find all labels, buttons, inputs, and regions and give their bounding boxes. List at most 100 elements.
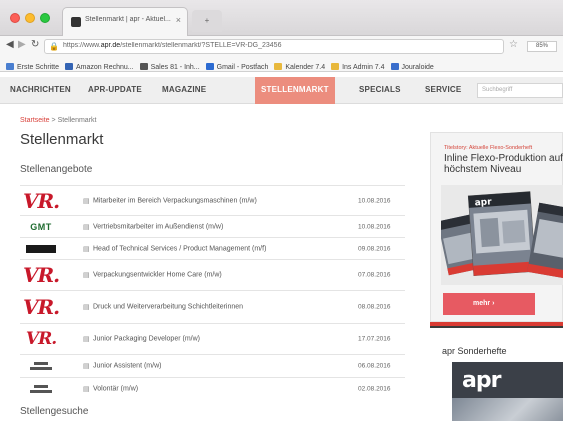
- company-logo: [23, 244, 59, 253]
- address-bar[interactable]: 🔒 https://www.apr.de/stellenmarkt/stelle…: [44, 39, 504, 54]
- job-date: 10.08.2016: [358, 223, 391, 230]
- job-row[interactable]: ▤ Junior Assistent (m/w) 06.08.2016: [20, 354, 405, 377]
- job-date: 08.08.2016: [358, 303, 391, 311]
- job-title-link[interactable]: Vertriebsmitarbeiter im Außendienst (m/w…: [93, 223, 223, 230]
- bookmark-folder-icon: [331, 63, 340, 70]
- magazine-stack-illustration: apr: [441, 185, 563, 285]
- job-row[interactable]: VR. ▤ Mitarbeiter im Bereich Verpackungsma…: [20, 185, 405, 215]
- job-row[interactable]: VR. ▤ Verpackungsentwickler Home Care (m/w…: [20, 259, 405, 290]
- bookmark-item[interactable]: Sales 81 - Inh...: [139, 63, 200, 71]
- bookmark-item[interactable]: Amazon Rechnu...: [65, 63, 134, 71]
- apr-logo: apr: [462, 368, 501, 393]
- browser-toolbar: ◀ ▶ ↻ 🔒 https://www.apr.de/stellenmarkt/…: [0, 36, 563, 56]
- company-logo: [23, 362, 59, 370]
- ad-headline[interactable]: Inline Flexo-Produktion auf höchstem Niv…: [444, 153, 563, 175]
- breadcrumb-home-link[interactable]: Startseite: [20, 117, 50, 124]
- lock-icon: 🔒: [49, 42, 59, 51]
- tab-close-icon[interactable]: ×: [176, 15, 181, 25]
- nav-item-service[interactable]: SERVICE: [425, 85, 461, 94]
- bookmark-star-icon[interactable]: ☆: [509, 39, 518, 50]
- document-icon: ▤: [83, 386, 90, 393]
- bookmark-item[interactable]: Ins Admin 7.4: [331, 63, 385, 71]
- job-row[interactable]: VR. ▤ Junior Packaging Developer (m/w) 17.0…: [20, 323, 405, 354]
- nav-item-apr-update[interactable]: APR-UPDATE: [88, 85, 142, 94]
- bookmark-folder-icon: [274, 63, 283, 70]
- document-icon: ▤: [83, 245, 90, 253]
- company-logo: VR.: [25, 329, 57, 349]
- nav-item-specials[interactable]: SPECIALS: [359, 85, 401, 94]
- document-icon: ▤: [83, 223, 90, 231]
- bookmark-folder-icon: [205, 63, 214, 70]
- job-title-link[interactable]: Druck und Weiterverarbeitung Schichtleit…: [93, 304, 243, 311]
- bookmark-item[interactable]: Kalender 7.4: [274, 63, 325, 71]
- job-date: 10.08.2016: [358, 197, 391, 204]
- bookmarks-bar: Erste Schritte Amazon Rechnu... Sales 81 -…: [0, 56, 563, 72]
- favicon-icon: [71, 17, 81, 27]
- job-row[interactable]: GMT ▤ Vertriebsmitarbeiter im Außendienst …: [20, 215, 405, 237]
- job-title-link[interactable]: Volontär (m/w): [93, 386, 138, 393]
- new-tab-button[interactable]: +: [192, 10, 222, 32]
- ad-magazine-image[interactable]: apr: [441, 185, 563, 285]
- page-title: Stellenmarkt: [20, 131, 104, 148]
- nav-item-nachrichten[interactable]: NACHRICHTEN: [10, 85, 71, 94]
- bookmark-folder-icon: [390, 63, 399, 70]
- bookmark-folder-icon: [65, 63, 74, 70]
- job-date: 17.07.2016: [358, 335, 391, 343]
- ad-more-button[interactable]: mehr ›: [443, 293, 535, 315]
- special-issues-title: apr Sonderhefte: [442, 346, 507, 356]
- sidebar-divider-dark: [430, 326, 563, 328]
- job-date: 09.08.2016: [358, 245, 391, 252]
- chevron-right-icon: ›: [492, 300, 495, 307]
- job-row[interactable]: ▤ Volontär (m/w) 02.08.2016: [20, 377, 405, 400]
- bookmark-item[interactable]: Erste Schritte: [6, 63, 59, 71]
- special-issue-cover[interactable]: apr: [452, 362, 563, 421]
- job-title-link[interactable]: Mitarbeiter im Bereich Verpackungsmaschi…: [93, 197, 257, 204]
- company-logo: VR.: [22, 188, 60, 213]
- section-title-search: Stellengesuche: [20, 406, 89, 417]
- company-logo: GMT: [30, 221, 52, 232]
- job-title-link[interactable]: Junior Assistent (m/w): [93, 363, 161, 370]
- job-date: 06.08.2016: [358, 362, 391, 370]
- browser-titlebar: Stellenmarkt | apr - Aktuel... × +: [0, 0, 563, 37]
- job-list: VR. ▤ Mitarbeiter im Bereich Verpackungsma…: [20, 185, 405, 400]
- ad-kicker: Titelstory: Aktuelle Flexo-Sonderheft: [444, 145, 533, 151]
- job-title-link[interactable]: Head of Technical Services / Product Man…: [93, 245, 266, 252]
- window-maximize-button[interactable]: [40, 13, 50, 23]
- document-icon: ▤: [83, 272, 90, 279]
- bookmark-folder-icon: [139, 63, 148, 70]
- tab-title: Stellenmarkt | apr - Aktuel...: [85, 16, 171, 23]
- nav-item-stellenmarkt[interactable]: STELLENMARKT: [255, 77, 335, 104]
- back-arrow-icon[interactable]: ◀: [6, 39, 14, 50]
- zoom-level[interactable]: 85%: [527, 41, 557, 52]
- site-navigation: NACHRICHTEN APR-UPDATE MAGAZINE STELLENM…: [0, 77, 563, 104]
- search-input[interactable]: Suchbegriff: [477, 83, 563, 98]
- url-text: https://www.apr.de/stellenmarkt/stellenm…: [63, 42, 282, 49]
- document-icon: ▤: [83, 363, 90, 370]
- job-title-link[interactable]: Junior Packaging Developer (m/w): [93, 336, 200, 343]
- company-logo: VR.: [22, 295, 60, 319]
- job-date: 07.08.2016: [358, 271, 391, 279]
- document-icon: ▤: [83, 197, 90, 205]
- bookmark-item[interactable]: Gmail - Postfach: [205, 63, 268, 71]
- company-logo: VR.: [22, 263, 60, 287]
- window-minimize-button[interactable]: [25, 13, 35, 23]
- company-logo: [23, 385, 59, 393]
- document-icon: ▤: [83, 336, 90, 343]
- nav-item-magazine[interactable]: MAGAZINE: [162, 85, 206, 94]
- svg-text:apr: apr: [474, 197, 492, 208]
- breadcrumb-current: Stellenmarkt: [57, 117, 97, 124]
- breadcrumb: Startseite > Stellenmarkt: [20, 117, 97, 124]
- job-date: 02.08.2016: [358, 385, 391, 393]
- reload-icon[interactable]: ↻: [31, 39, 39, 50]
- forward-arrow-icon[interactable]: ▶: [18, 39, 26, 50]
- browser-tab[interactable]: Stellenmarkt | apr - Aktuel... ×: [62, 7, 188, 37]
- job-row[interactable]: ▤ Head of Technical Services / Product Ma…: [20, 237, 405, 259]
- job-title-link[interactable]: Verpackungsentwickler Home Care (m/w): [93, 272, 222, 279]
- document-icon: ▤: [83, 304, 90, 311]
- cover-image-strip: [452, 398, 563, 421]
- featured-ad[interactable]: Titelstory: Aktuelle Flexo-Sonderheft In…: [430, 132, 563, 322]
- job-row[interactable]: VR. ▤ Druck und Weiterverarbeitung Schicht…: [20, 290, 405, 323]
- bookmark-item[interactable]: Jouraloide: [390, 63, 434, 71]
- bookmark-folder-icon: [6, 63, 14, 70]
- window-close-button[interactable]: [10, 13, 20, 23]
